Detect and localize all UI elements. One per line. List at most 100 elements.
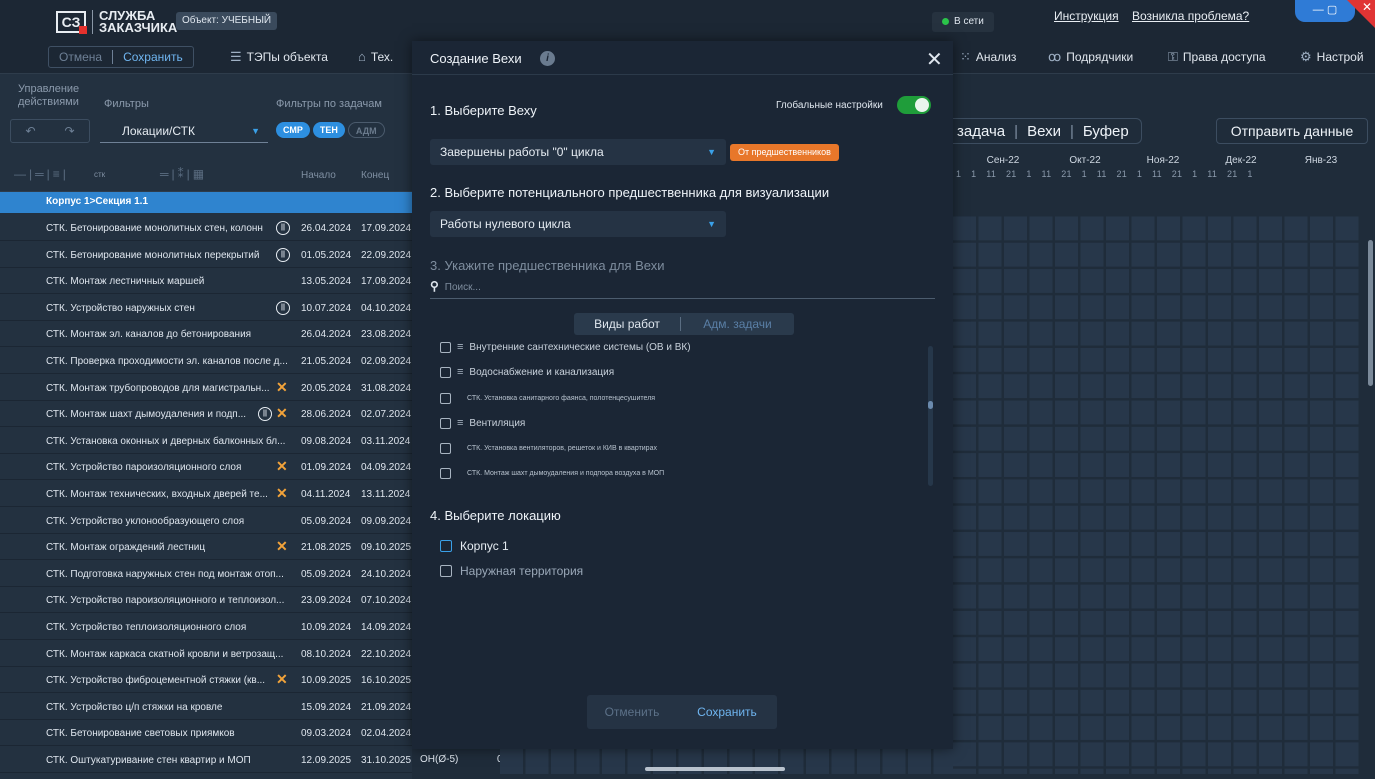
send-data-button[interactable]: Отправить данные [1216, 118, 1368, 144]
pause-icon[interactable]: || [276, 221, 290, 235]
task-row[interactable]: СТК. Монтаж ограждений лестниц ✕ 21.08.202… [0, 534, 412, 561]
task-row[interactable]: СТК. Устройство уклонообразующего слоя 05… [0, 508, 412, 534]
task-row[interactable]: СТК. Монтаж технических, входных дверей … [0, 481, 412, 507]
checkbox[interactable] [440, 540, 452, 552]
task-row[interactable]: СТК. Устройство фиброцементной стяжки (к… [0, 667, 412, 694]
cross-tools-icon[interactable]: ✕ [276, 538, 288, 555]
milestone-select[interactable]: Завершены работы "0" цикла ▼ [430, 139, 726, 165]
toolbar-contractors-label: Подрядчики [1066, 50, 1134, 64]
checkbox[interactable] [440, 393, 451, 404]
toolbar-save-button[interactable]: Сохранить [113, 50, 193, 64]
instructions-link[interactable]: Инструкция [1054, 9, 1119, 23]
tab-task[interactable]: задача [957, 123, 1005, 140]
task-row[interactable]: СТК. Монтаж трубопроводов для магистраль… [0, 375, 412, 401]
dialog-cancel-button[interactable]: Отменить [587, 705, 677, 719]
task-row[interactable]: СТК. Подготовка наружных стен под монтаж… [0, 561, 412, 587]
tree-scrollbar[interactable] [928, 346, 933, 486]
cross-tools-icon[interactable]: ✕ [276, 485, 288, 502]
task-row[interactable]: СТК. Бетонирование монолитных перекрытий… [0, 242, 412, 268]
chip-adm[interactable]: АДМ [347, 122, 385, 138]
tree-item[interactable]: ≡ Водоснабжение и канализация [440, 366, 614, 378]
location-option[interactable]: Корпус 1 [440, 539, 509, 553]
toolbar-settings[interactable]: ⚙ Настрой [1300, 49, 1364, 65]
seg-adm-tasks[interactable]: Адм. задачи [680, 317, 794, 331]
tree-item[interactable]: СТК. Установка вентиляторов, решеток и К… [440, 443, 657, 454]
object-badge[interactable]: Объект: УЧЕБНЫЙ [176, 12, 278, 30]
toolbar-tech[interactable]: ⌂ Тех. [358, 49, 393, 64]
grid-extra-tools-icon[interactable]: ═|⁑|▦ [160, 167, 207, 181]
close-icon[interactable]: ✕ [926, 47, 943, 72]
toolbar-access[interactable]: ⚿ Права доступа [1168, 49, 1266, 65]
task-end-date: 17.09.2024 [361, 223, 412, 234]
task-row[interactable]: СТК. Монтаж шахт дымоудаления и подп... |… [0, 401, 412, 428]
dialog-save-button[interactable]: Сохранить [677, 705, 777, 719]
task-row[interactable]: СТК. Устройство пароизоляционного слоя ✕ 0… [0, 454, 412, 481]
predecessor-select[interactable]: Работы нулевого цикла ▼ [430, 211, 726, 237]
gear-icon: ⚙ [1300, 49, 1312, 64]
chip-ten[interactable]: ТЕН [312, 122, 345, 138]
task-row[interactable]: СТК. Устройство теплоизоляционного слоя 1… [0, 614, 412, 640]
redo-icon[interactable]: ↷ [64, 124, 74, 138]
tree-item-label: Вентиляция [469, 417, 526, 429]
checkbox[interactable] [440, 443, 451, 454]
task-start-date: 10.09.2025 [301, 675, 352, 687]
tree-item[interactable]: ≡ Внутренние сантехнические системы (ОВ и… [440, 341, 691, 353]
info-icon[interactable]: i [540, 51, 555, 66]
chevron-down-icon: ▼ [251, 125, 260, 136]
checkbox[interactable] [440, 565, 452, 577]
task-row[interactable]: СТК. Устройство ц/п стяжки на кровле 15.0… [0, 694, 412, 720]
task-row[interactable]: СТК. Бетонирование световых приямков 09.0… [0, 720, 412, 747]
task-name: СТК. Оштукатуривание стен квартир и МОП [46, 755, 251, 766]
task-start-date: 15.09.2024 [301, 701, 352, 713]
toolbar-contractors[interactable]: ꝏ Подрядчики [1048, 49, 1133, 65]
checkbox[interactable] [440, 468, 451, 479]
chip-smr[interactable]: СМР [276, 122, 310, 138]
checkbox[interactable] [440, 341, 451, 353]
pause-icon[interactable]: || [276, 300, 290, 315]
horizontal-scrollbar[interactable] [645, 767, 785, 771]
seg-work-types[interactable]: Виды работ [574, 317, 680, 331]
report-problem-link[interactable]: Возникла проблема? [1132, 9, 1249, 23]
cross-tools-icon[interactable]: ✕ [276, 458, 288, 475]
toolbar-teps[interactable]: ☰ ТЭПы объекта [230, 49, 328, 65]
cross-tools-icon[interactable]: ✕ [276, 405, 288, 422]
task-row[interactable]: СТК. Монтаж эл. каналов до бетонирования… [0, 321, 412, 348]
task-row[interactable]: СТК. Проверка проходимости эл. каналов п… [0, 348, 412, 374]
gantt-grid[interactable] [953, 214, 1360, 774]
task-row[interactable]: СТК. Бетонирование монолитных стен, коло… [0, 215, 412, 241]
toolbar-cancel-button[interactable]: Отмена [49, 50, 112, 64]
pause-icon[interactable]: || [276, 247, 290, 262]
tab-milestones[interactable]: Вехи [1027, 123, 1061, 140]
task-name: СТК. Монтаж трубопроводов для магистраль… [46, 382, 270, 394]
location-option[interactable]: Наружная территория [440, 564, 583, 578]
predecessor-search-input[interactable]: ⚲ Поиск... [430, 279, 935, 299]
task-row[interactable]: СТК. Устройство наружных стен || 10.07.202… [0, 295, 412, 321]
task-row[interactable]: СТК. Монтаж каркаса скатной кровли и вет… [0, 641, 412, 667]
step1-heading: 1. Выберите Веху [430, 103, 537, 118]
tree-item[interactable]: СТК. Установка санитарного фаянса, полот… [440, 393, 655, 404]
checkbox[interactable] [440, 366, 451, 378]
task-row[interactable]: СТК. Установка оконных и дверных балконн… [0, 428, 412, 454]
minimize-maximize-buttons[interactable]: — ▢ [1295, 0, 1355, 22]
location-option-label: Корпус 1 [460, 539, 509, 553]
task-row[interactable]: СТК. Монтаж лестничных маршей 13.05.2024 1… [0, 268, 412, 295]
undo-icon[interactable]: ↶ [25, 124, 35, 138]
global-settings-toggle[interactable] [897, 96, 931, 114]
tree-item[interactable]: СТК. Монтаж шахт дымоудаления и подпора … [440, 468, 664, 479]
tree-item[interactable]: ≡ Вентиляция [440, 417, 525, 429]
tab-buffer[interactable]: Буфер [1083, 123, 1129, 140]
cross-tools-icon[interactable]: ✕ [276, 671, 288, 688]
task-end-date: 02.07.2024 [361, 409, 412, 421]
location-select[interactable]: Локации/СТК ▼ [100, 119, 268, 143]
task-name: СТК. Бетонирование монолитных перекрытий [46, 249, 260, 261]
task-row[interactable]: СТК. Устройство пароизоляционного и тепл… [0, 587, 412, 614]
vertical-scrollbar[interactable] [1368, 240, 1373, 386]
task-name: СТК. Устройство пароизоляционного и тепл… [46, 595, 285, 607]
task-row[interactable]: СТК. Оштукатуривание стен квартир и МОП 1… [0, 747, 412, 773]
toolbar-analysis[interactable]: ⁙ Анализ [960, 49, 1016, 65]
window-controls: — ▢ ✕ [1295, 0, 1375, 30]
grid-tools-icon[interactable]: —|═|≡| [14, 167, 69, 181]
cross-tools-icon[interactable]: ✕ [276, 379, 288, 396]
from-predecessors-badge[interactable]: От предшественников [730, 144, 839, 161]
checkbox[interactable] [440, 417, 451, 429]
